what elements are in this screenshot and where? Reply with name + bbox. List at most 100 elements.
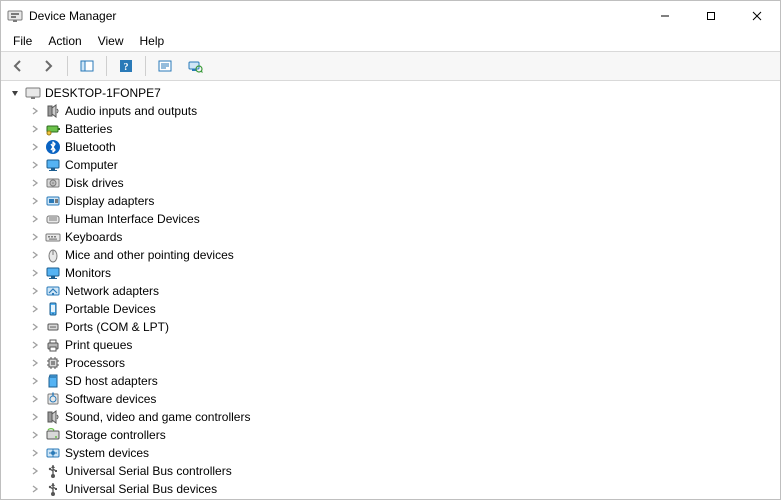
tree-category-label: Ports (COM & LPT) (65, 318, 169, 336)
tree-category-label: Portable Devices (65, 300, 156, 318)
tree-category-label: Audio inputs and outputs (65, 102, 197, 120)
menu-view[interactable]: View (90, 32, 132, 50)
tree-category-node[interactable]: Software devices (5, 390, 780, 408)
tree-category-label: Disk drives (65, 174, 124, 192)
mouse-icon (45, 247, 61, 263)
tree-category-node[interactable]: Ports (COM & LPT) (5, 318, 780, 336)
tree-category-node[interactable]: Storage controllers (5, 426, 780, 444)
chevron-down-icon[interactable] (9, 87, 21, 99)
chevron-right-icon[interactable] (29, 267, 41, 279)
tree-category-node[interactable]: Monitors (5, 264, 780, 282)
chevron-right-icon[interactable] (29, 213, 41, 225)
device-tree[interactable]: DESKTOP-1FONPE7 Audio inputs and outputs… (1, 81, 780, 499)
chevron-right-icon[interactable] (29, 303, 41, 315)
menu-file[interactable]: File (5, 32, 40, 50)
chevron-right-icon[interactable] (29, 105, 41, 117)
tree-category-node[interactable]: Keyboards (5, 228, 780, 246)
tree-category-node[interactable]: Human Interface Devices (5, 210, 780, 228)
maximize-button[interactable] (688, 1, 734, 31)
tree-category-label: Keyboards (65, 228, 122, 246)
chevron-right-icon[interactable] (29, 465, 41, 477)
tree-category-node[interactable]: Audio inputs and outputs (5, 102, 780, 120)
tree-category-node[interactable]: System devices (5, 444, 780, 462)
tree-category-label: Universal Serial Bus controllers (65, 462, 232, 480)
usb-icon (45, 481, 61, 497)
tree-category-node[interactable]: Portable Devices (5, 300, 780, 318)
chevron-right-icon[interactable] (29, 447, 41, 459)
svg-text:?: ? (124, 62, 129, 73)
tree-category-node[interactable]: Universal Serial Bus devices (5, 480, 780, 498)
close-button[interactable] (734, 1, 780, 31)
speaker-icon (45, 103, 61, 119)
portable-icon (45, 301, 61, 317)
toolbar-properties-button[interactable] (152, 53, 178, 79)
chevron-right-icon[interactable] (29, 393, 41, 405)
device-manager-window: Device Manager File Action View Help (0, 0, 781, 500)
tree-root-node[interactable]: DESKTOP-1FONPE7 (5, 84, 780, 102)
chevron-right-icon[interactable] (29, 177, 41, 189)
chevron-right-icon[interactable] (29, 141, 41, 153)
tree-category-label: Computer (65, 156, 118, 174)
tree-category-label: Print queues (65, 336, 132, 354)
tree-category-label: Bluetooth (65, 138, 116, 156)
tree-category-label: Human Interface Devices (65, 210, 200, 228)
tree-category-node[interactable]: Disk drives (5, 174, 780, 192)
window-controls (642, 1, 780, 31)
menu-action[interactable]: Action (40, 32, 89, 50)
chevron-right-icon[interactable] (29, 321, 41, 333)
toolbar-forward-button[interactable] (35, 53, 61, 79)
tree-category-node[interactable]: Batteries (5, 120, 780, 138)
tree-category-node[interactable]: Computer (5, 156, 780, 174)
tree-category-label: System devices (65, 444, 149, 462)
app-icon (7, 8, 23, 24)
titlebar: Device Manager (1, 1, 780, 31)
tree-category-node[interactable]: SD host adapters (5, 372, 780, 390)
toolbar-show-hide-console-button[interactable] (74, 53, 100, 79)
chevron-right-icon[interactable] (29, 123, 41, 135)
tree-category-label: SD host adapters (65, 372, 158, 390)
computer-icon (25, 85, 41, 101)
chevron-right-icon[interactable] (29, 483, 41, 495)
tree-category-node[interactable]: Bluetooth (5, 138, 780, 156)
tree-category-node[interactable]: Universal Serial Bus controllers (5, 462, 780, 480)
tree-category-node[interactable]: Network adapters (5, 282, 780, 300)
hid-icon (45, 211, 61, 227)
tree-category-label: Processors (65, 354, 125, 372)
chevron-right-icon[interactable] (29, 339, 41, 351)
chevron-right-icon[interactable] (29, 411, 41, 423)
chevron-right-icon[interactable] (29, 159, 41, 171)
toolbar-separator-3 (145, 56, 146, 76)
network-icon (45, 283, 61, 299)
tree-root-label: DESKTOP-1FONPE7 (45, 84, 161, 102)
storage-icon (45, 427, 61, 443)
bluetooth-icon (45, 139, 61, 155)
chevron-right-icon[interactable] (29, 285, 41, 297)
toolbar-scan-hardware-button[interactable] (182, 53, 208, 79)
tree-category-node[interactable]: Processors (5, 354, 780, 372)
system-icon (45, 445, 61, 461)
chevron-right-icon[interactable] (29, 375, 41, 387)
chevron-right-icon[interactable] (29, 231, 41, 243)
chevron-right-icon[interactable] (29, 195, 41, 207)
sdcard-icon (45, 373, 61, 389)
usb-icon (45, 463, 61, 479)
tree-category-label: Universal Serial Bus devices (65, 480, 217, 498)
window-title: Device Manager (29, 9, 116, 23)
tree-category-label: Mice and other pointing devices (65, 246, 234, 264)
toolbar-help-button[interactable]: ? (113, 53, 139, 79)
minimize-button[interactable] (642, 1, 688, 31)
chevron-right-icon[interactable] (29, 429, 41, 441)
tree-category-node[interactable]: Sound, video and game controllers (5, 408, 780, 426)
tree-category-node[interactable]: Mice and other pointing devices (5, 246, 780, 264)
menu-help[interactable]: Help (132, 32, 173, 50)
toolbar-back-button[interactable] (5, 53, 31, 79)
tree-category-label: Display adapters (65, 192, 154, 210)
tree-category-node[interactable]: Print queues (5, 336, 780, 354)
chevron-right-icon[interactable] (29, 357, 41, 369)
port-icon (45, 319, 61, 335)
software-icon (45, 391, 61, 407)
toolbar-separator-2 (106, 56, 107, 76)
tree-category-node[interactable]: Display adapters (5, 192, 780, 210)
chevron-right-icon[interactable] (29, 249, 41, 261)
toolbar: ? (1, 52, 780, 81)
